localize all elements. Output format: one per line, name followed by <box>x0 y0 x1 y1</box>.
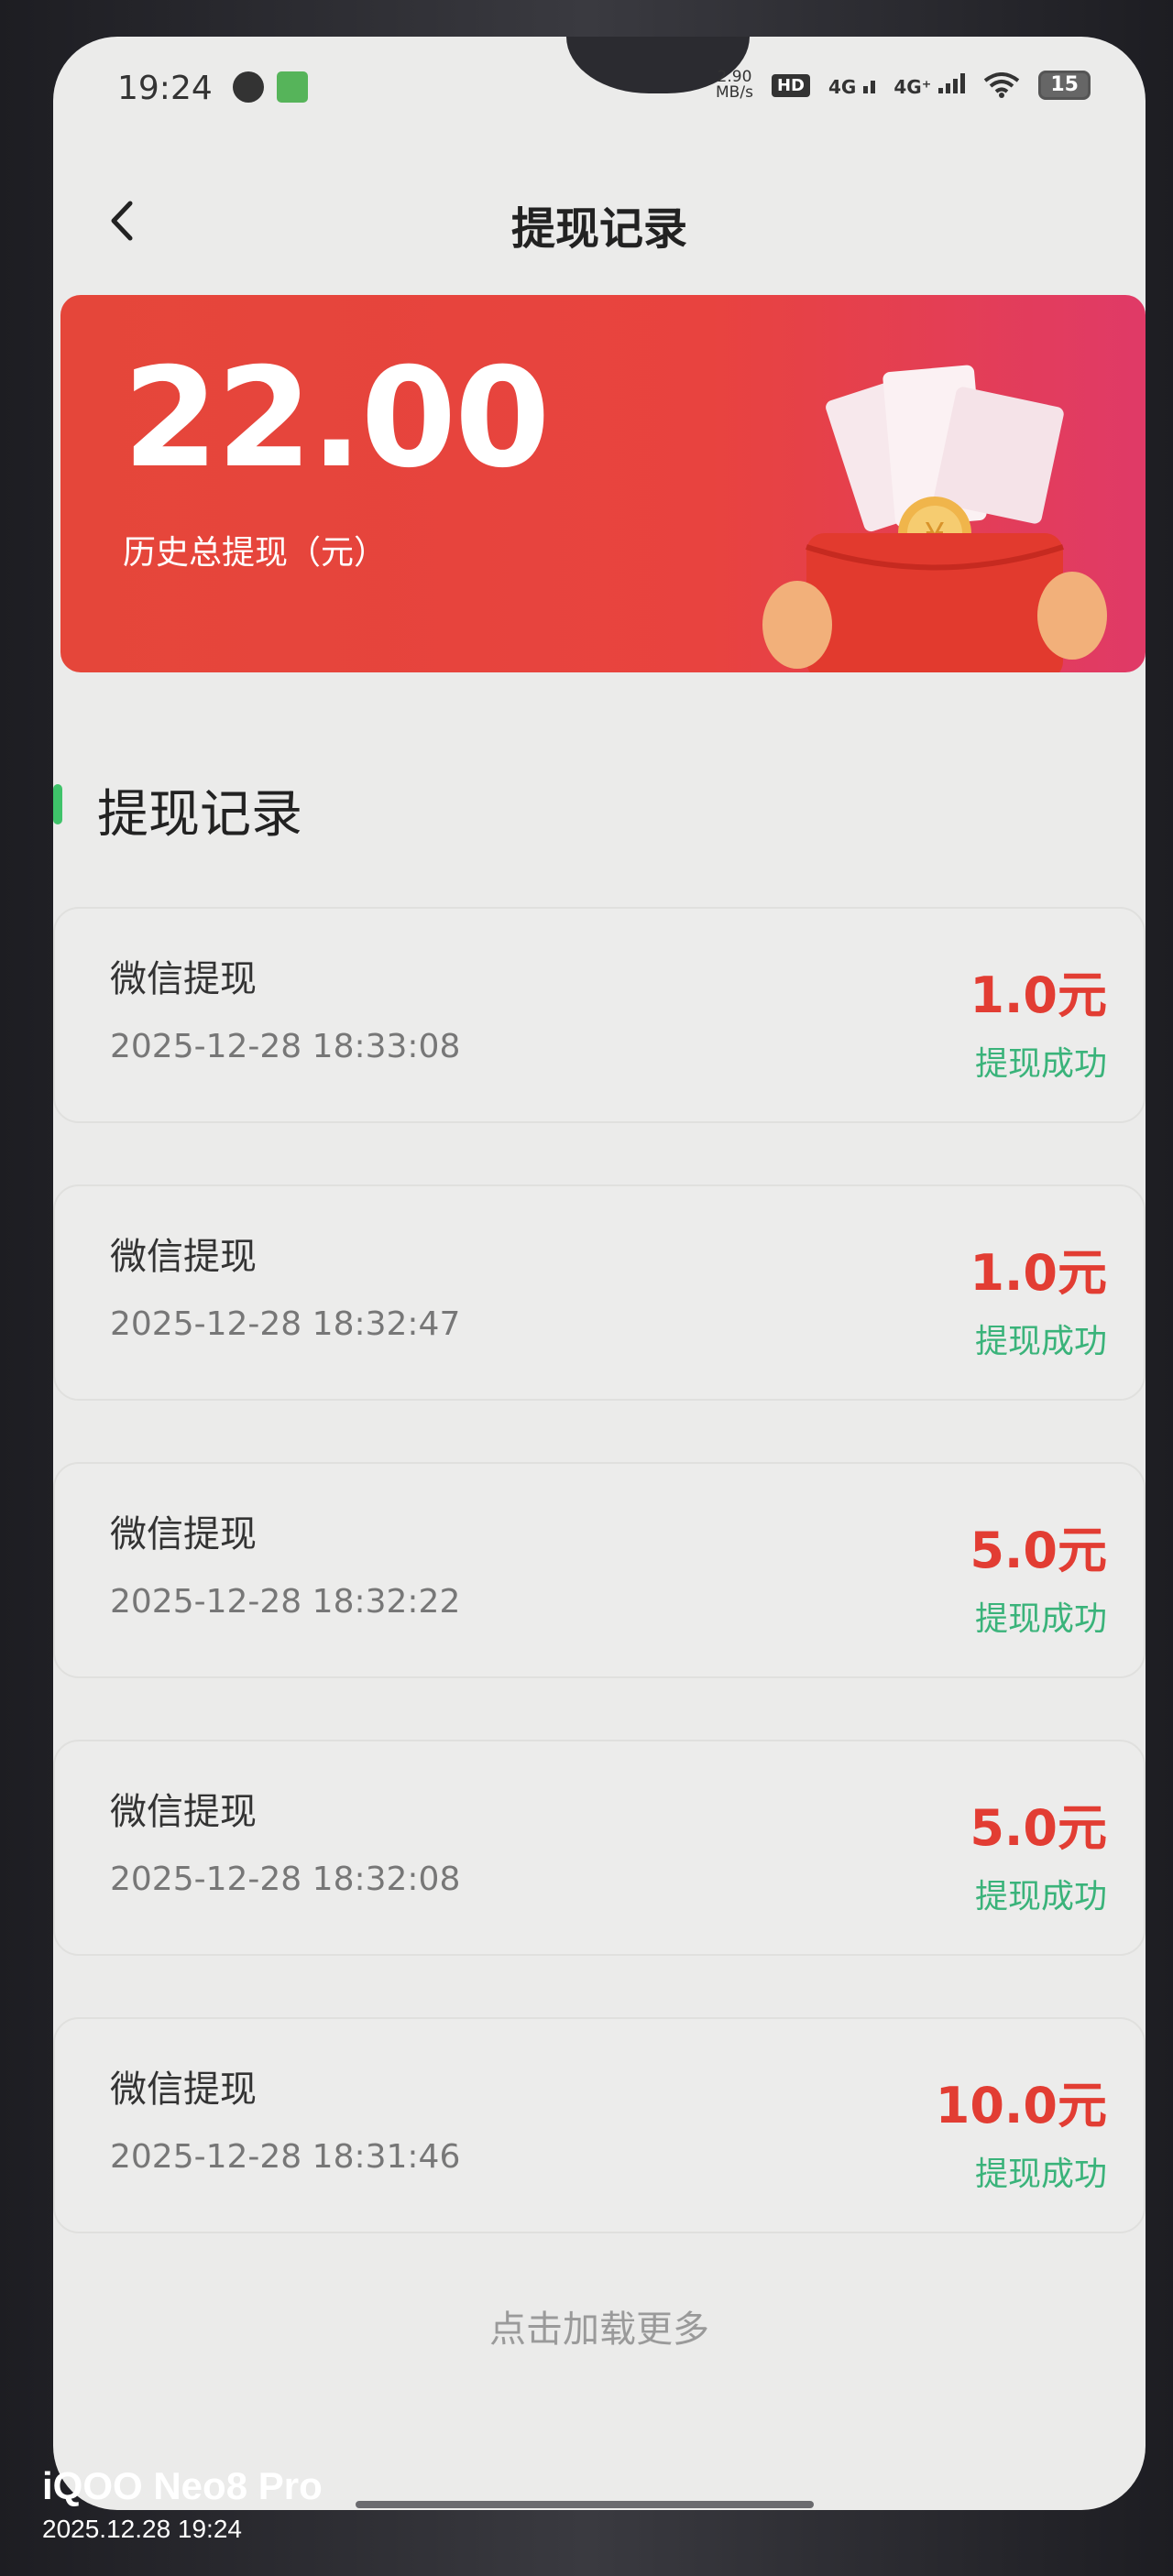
battery-indicator: 15 <box>1038 71 1091 100</box>
record-time: 2025-12-28 18:32:47 <box>110 1305 461 1343</box>
record-amount: 1.0元 <box>970 966 1107 1024</box>
signal-1: 4G <box>828 73 876 98</box>
total-withdraw-amount: 22.00 <box>123 339 550 498</box>
status-bar: 19:24 2.90 MB/s HD 4G 4G⁺ 15 <box>53 37 1146 137</box>
record-status: 提现成功 <box>974 1600 1107 1638</box>
record-status: 提现成功 <box>974 1045 1107 1083</box>
network-speed: 2.90 MB/s <box>716 70 753 101</box>
signal-2: 4G⁺ <box>893 72 966 98</box>
section-title: 提现记录 <box>97 785 302 845</box>
status-indicators: 2.90 MB/s HD 4G 4G⁺ 15 <box>716 70 1091 101</box>
record-status: 提现成功 <box>974 1323 1107 1360</box>
phone-screen: 19:24 2.90 MB/s HD 4G 4G⁺ 15 提现记录 22.00 … <box>53 37 1146 2510</box>
record-title: 微信提现 <box>110 958 257 1000</box>
record-status: 提现成功 <box>974 1878 1107 1916</box>
list-item[interactable]: 微信提现 2025-12-28 18:32:47 1.0元 提现成功 <box>53 1184 1146 1401</box>
total-withdraw-label: 历史总提现（元） <box>123 534 388 572</box>
app-notification-icon <box>277 71 308 103</box>
record-amount: 5.0元 <box>970 1799 1107 1857</box>
record-title: 微信提现 <box>110 1791 257 1833</box>
signal-bars-icon <box>863 73 876 93</box>
load-more-button[interactable]: 点击加载更多 <box>53 2299 1146 2352</box>
signal-1-label: 4G <box>828 75 857 98</box>
globe-icon <box>233 71 264 103</box>
list-item[interactable]: 微信提现 2025-12-28 18:32:22 5.0元 提现成功 <box>53 1462 1146 1678</box>
signal-2-label: 4G⁺ <box>893 75 932 98</box>
section-accent-bar <box>53 784 62 824</box>
signal-bars-icon <box>938 72 966 93</box>
record-title: 微信提现 <box>110 1513 257 1555</box>
page-title: 提现记录 <box>510 203 687 255</box>
record-amount: 10.0元 <box>935 2077 1107 2134</box>
list-item[interactable]: 微信提现 2025-12-28 18:32:08 5.0元 提现成功 <box>53 1740 1146 1956</box>
hd-badge: HD <box>771 73 810 97</box>
record-time: 2025-12-28 18:32:22 <box>110 1583 461 1621</box>
list-item[interactable]: 微信提现 2025-12-28 18:31:46 10.0元 提现成功 <box>53 2017 1146 2233</box>
status-time: 19:24 <box>117 70 213 107</box>
wifi-icon <box>984 72 1020 98</box>
record-time: 2025-12-28 18:32:08 <box>110 1861 461 1898</box>
camera-watermark-date: 2025.12.28 19:24 <box>42 2515 242 2543</box>
network-speed-unit: MB/s <box>716 83 753 102</box>
record-amount: 1.0元 <box>970 1244 1107 1302</box>
nav-bar: 提现记录 <box>53 174 1146 266</box>
record-title: 微信提现 <box>110 1236 257 1278</box>
section-header: 提现记录 <box>53 770 1146 845</box>
record-title: 微信提现 <box>110 2068 257 2111</box>
total-withdraw-banner: 22.00 历史总提现（元） ¥ <box>60 295 1146 672</box>
record-amount: 5.0元 <box>970 1522 1107 1579</box>
record-time: 2025-12-28 18:33:08 <box>110 1028 461 1065</box>
camera-watermark-brand: iQOO Neo8 Pro <box>42 2464 323 2507</box>
record-time: 2025-12-28 18:31:46 <box>110 2138 461 2176</box>
record-status: 提现成功 <box>974 2156 1107 2193</box>
list-item[interactable]: 微信提现 2025-12-28 18:33:08 1.0元 提现成功 <box>53 907 1146 1123</box>
home-indicator[interactable] <box>356 2501 814 2508</box>
red-envelope-illustration: ¥ <box>762 365 1107 672</box>
